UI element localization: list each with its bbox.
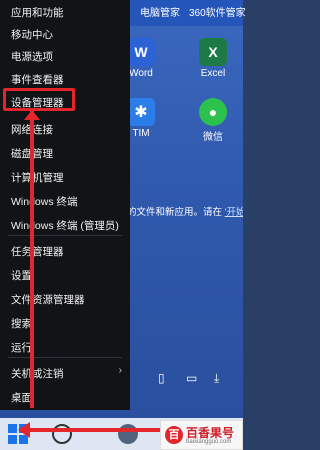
menu-item-computer-management[interactable]: 计算机管理 [0, 165, 130, 187]
excel-icon: X [199, 38, 227, 66]
menu-separator [8, 357, 122, 358]
menu-item-windows-terminal-admin[interactable]: Windows 终端 (管理员) [0, 213, 130, 235]
app-wechat[interactable]: ● 微信 [188, 98, 238, 143]
hint-link[interactable]: '开始 [225, 207, 243, 218]
app-excel[interactable]: X Excel [188, 38, 238, 79]
search-icon[interactable] [52, 424, 72, 444]
annotation-arrow-horizontal [30, 428, 160, 432]
file-icon[interactable]: ▭ [186, 371, 197, 385]
start-footer-icons: ▯ ▭ ⤓ [130, 365, 243, 393]
document-icon[interactable]: ▯ [158, 371, 165, 385]
menu-item-search[interactable]: 搜索 [0, 311, 130, 333]
menu-item-event-viewer[interactable]: 事件查看器 [0, 67, 130, 89]
tab-pc-manager[interactable]: 电脑管家 [140, 4, 180, 19]
annotation-arrow-vertical [30, 110, 34, 408]
top-app-bar: 电脑管家 360软件管家 [120, 0, 246, 26]
wechat-icon: ● [199, 98, 227, 126]
menu-item-desktop[interactable]: 桌面 [0, 385, 130, 407]
menu-item-task-manager[interactable]: 任务管理器 [0, 239, 130, 261]
tab-360-software-manager[interactable]: 360软件管家 [189, 4, 246, 19]
watermark-url: baixiangguo.com [186, 439, 232, 445]
arrow-left-icon [18, 422, 30, 438]
winx-context-menu: 应用和功能 移动中心 电源选项 事件查看器 设备管理器 网络连接 磁盘管理 计算… [0, 0, 130, 410]
highlight-box-device-manager [3, 88, 75, 111]
menu-item-windows-terminal[interactable]: Windows 终端 [0, 189, 130, 211]
menu-item-power-options[interactable]: 电源选项 [0, 44, 130, 66]
watermark-badge: 百 百香果号 baixiangguo.com [160, 420, 243, 450]
tim-icon: ✱ [127, 98, 155, 126]
watermark-logo-icon: 百 [165, 426, 183, 444]
menu-item-network-connections[interactable]: 网络连接 [0, 117, 130, 139]
hint-text: 的文件和新应用。请在 [127, 207, 223, 218]
arrow-up-icon [24, 110, 40, 120]
download-icon[interactable]: ⤓ [214, 371, 219, 386]
menu-item-apps-features[interactable]: 应用和功能 [0, 0, 130, 22]
start-hint-text: 的文件和新应用。请在 '开始 [127, 204, 243, 220]
chevron-right-icon: › [118, 365, 122, 376]
gear-icon[interactable] [118, 424, 138, 444]
menu-item-disk-management[interactable]: 磁盘管理 [0, 141, 130, 163]
menu-item-shutdown-signout[interactable]: 关机或注销 › [0, 361, 130, 383]
menu-separator [8, 235, 122, 236]
menu-item-run[interactable]: 运行 [0, 335, 130, 357]
menu-item-settings[interactable]: 设置 [0, 263, 130, 285]
menu-item-mobility-center[interactable]: 移动中心 [0, 22, 130, 44]
app-label: 微信 [203, 132, 223, 143]
app-label: Excel [200, 68, 226, 79]
word-icon: W [127, 38, 155, 66]
menu-item-file-explorer[interactable]: 文件资源管理器 [0, 287, 130, 309]
